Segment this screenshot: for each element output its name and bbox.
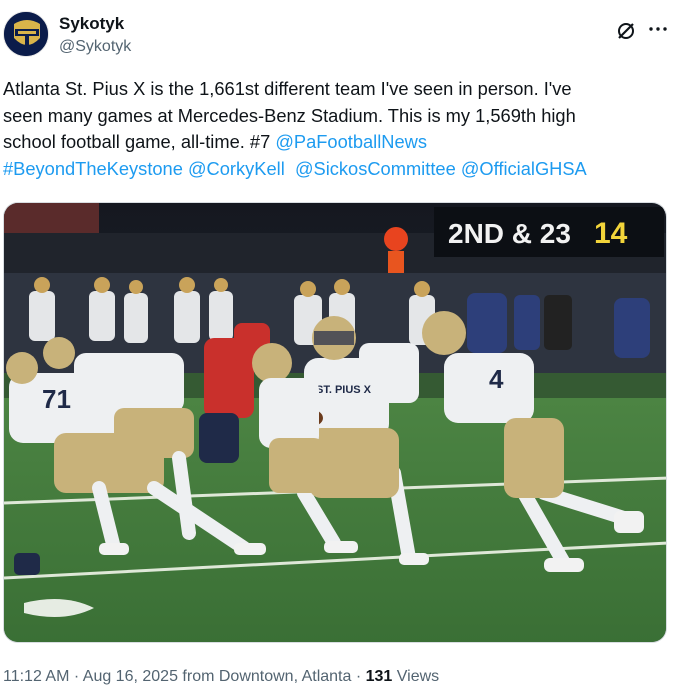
tweet-line-2: seen many games at Mercedes-Benz Stadium…: [3, 104, 576, 126]
tweet-line-4: #BeyondTheKeystone @CorkyKell @SickosCom…: [3, 156, 673, 183]
more-dots-icon[interactable]: [647, 18, 669, 40]
tweet-location: from Downtown, Atlanta: [177, 668, 352, 685]
tweet-date[interactable]: Aug 16, 2025: [83, 668, 178, 685]
jersey-qb-text: ST. PIUS X: [316, 384, 372, 396]
tweet-photo[interactable]: 2ND & 23 14 71 ST. PIUS X 4: [3, 202, 667, 643]
tweet-footer: 11:12 AM · Aug 16, 2025 from Downtown, A…: [3, 668, 439, 686]
tweet-line-1: Atlanta St. Pius X is the 1,661st differ…: [3, 78, 572, 99]
tweet-header: Sykotyk @Sykotyk: [0, 8, 680, 64]
tweet-text: Atlanta St. Pius X is the 1,661st differ…: [3, 76, 673, 182]
mention-corkykell[interactable]: @CorkyKell: [188, 158, 285, 179]
jersey-number-left-text: 71: [42, 384, 71, 414]
mention-officialghsa[interactable]: @OfficialGHSA: [461, 158, 587, 179]
jersey-number-right-text: 4: [489, 364, 504, 394]
views-count[interactable]: 131: [366, 668, 393, 685]
grok-slash-circle-icon[interactable]: [615, 20, 637, 42]
footer-separator-1: ·: [69, 668, 83, 685]
football-game-photo: 2ND & 23 14 71 ST. PIUS X 4: [4, 203, 666, 642]
avatar-logo-icon: [4, 12, 48, 56]
views-label: Views: [392, 668, 440, 685]
mention-pafootballnews[interactable]: @PaFootballNews: [275, 131, 427, 152]
footer-separator-2: ·: [351, 668, 366, 685]
author-name[interactable]: Sykotyk: [59, 14, 124, 34]
tweet-line-3: school football game, all-time. #7 @PaFo…: [3, 129, 673, 156]
scoreboard-down-text: 2ND & 23: [448, 218, 571, 249]
tweet-time[interactable]: 11:12 AM: [3, 668, 69, 685]
scoreboard-number-text: 14: [594, 217, 628, 250]
author-avatar[interactable]: [3, 11, 49, 57]
author-handle[interactable]: @Sykotyk: [59, 38, 131, 56]
tweet-line-3-text: school football game, all-time. #7: [3, 131, 276, 152]
mention-sickoscommittee[interactable]: @SickosCommittee: [295, 158, 456, 179]
hashtag-beyondthekeystone[interactable]: #BeyondTheKeystone: [3, 158, 183, 179]
